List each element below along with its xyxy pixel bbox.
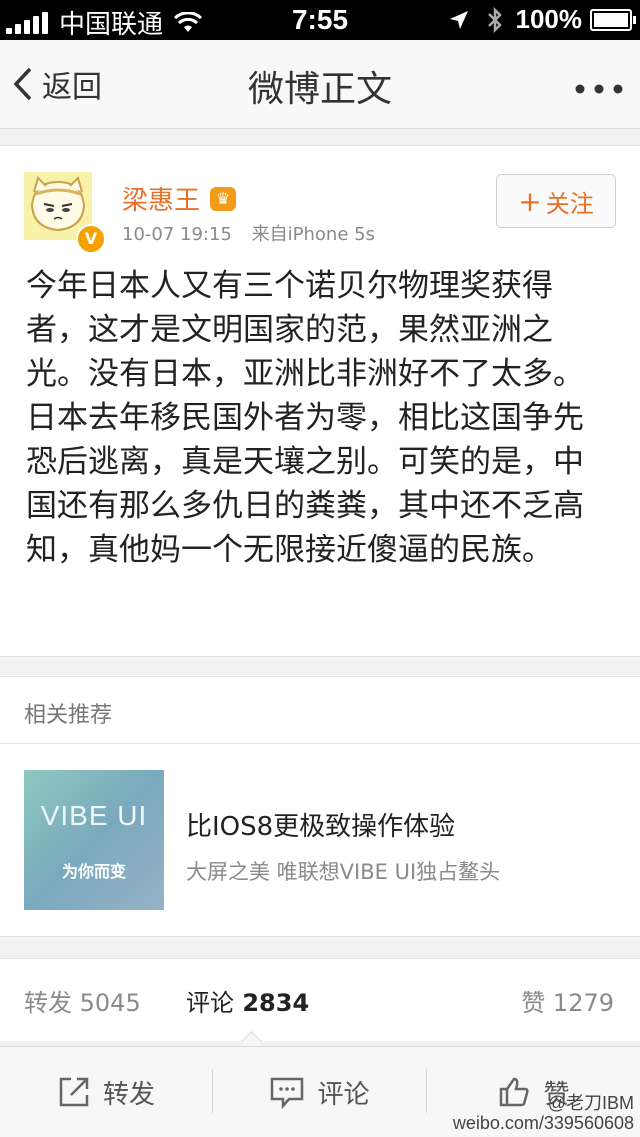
recommend-item[interactable]: VIBE UI 为你而变 比IOS8更极致操作体验 大屏之美 唯联想VIBE U… <box>0 744 640 937</box>
comment-button[interactable]: 评论 <box>213 1047 426 1137</box>
plus-icon: + <box>518 184 542 218</box>
watermark: @老刀IBM weibo.com/339560608 <box>453 1093 634 1133</box>
comment-tab-label: 评论 <box>186 989 234 1017</box>
share-icon <box>59 1077 89 1107</box>
location-icon <box>449 10 468 29</box>
page-title: 微博正文 <box>247 69 392 110</box>
recommend-thumbnail: VIBE UI 为你而变 <box>24 770 164 910</box>
battery-percent: 100% <box>515 4 583 34</box>
follow-label: 关注 <box>545 189 594 218</box>
comment-button-label: 评论 <box>317 1079 370 1110</box>
watermark-url: weibo.com/339560608 <box>452 1113 634 1133</box>
recommend-subtitle: 大屏之美 唯联想VIBE UI独占鳌头 <box>186 860 501 884</box>
repost-tab[interactable]: 转发 5045 <box>24 983 141 1018</box>
stats-bar: 转发 5045 评论 2834 赞 1279 <box>0 958 640 1041</box>
thumbnail-text: VIBE UI <box>40 800 148 831</box>
thumbnail-tag: 为你而变 <box>61 862 126 881</box>
bluetooth-icon <box>487 6 502 33</box>
more-icon <box>575 84 623 94</box>
avatar[interactable]: V <box>24 172 106 254</box>
repost-count: 5045 <box>79 989 141 1017</box>
like-tab-label: 赞 <box>521 989 546 1017</box>
post-meta: 10-07 19:15 来自iPhone 5s <box>122 220 375 246</box>
navigation-bar: 返回 微博正文 <box>0 40 640 129</box>
post-timestamp: 10-07 19:15 <box>122 224 232 245</box>
recommend-title: 比IOS8更极致操作体验 <box>186 812 456 842</box>
crown-icon: ♛ <box>210 186 237 211</box>
like-count: 1279 <box>552 989 614 1017</box>
recommend-section-title: 相关推荐 <box>24 703 113 728</box>
post-username[interactable]: 梁惠王 <box>122 180 200 217</box>
watermark-handle: @老刀IBM <box>547 1093 634 1113</box>
recommend-header: 相关推荐 <box>0 676 640 744</box>
battery-icon <box>590 8 636 31</box>
comment-icon <box>271 1077 304 1109</box>
repost-tab-label: 转发 <box>24 989 72 1017</box>
repost-button-label: 转发 <box>102 1079 155 1110</box>
post-source: 来自iPhone 5s <box>251 224 375 245</box>
comment-tab[interactable]: 评论 2834 <box>186 983 309 1018</box>
comment-count: 2834 <box>242 989 310 1017</box>
bottom-toolbar: 转发 评论 赞 @老刀IBM weibo.com/339560608 <box>0 1046 640 1137</box>
repost-button[interactable]: 转发 <box>0 1047 212 1137</box>
post-text: 今年日本人又有三个诺贝尔物理奖获得者，这才是文明国家的范，果然亚洲之光。没有日本… <box>26 268 584 568</box>
status-bar: 中国联通 7:55 100% <box>0 0 640 40</box>
like-tab[interactable]: 赞 1279 <box>521 983 614 1018</box>
post-card: V 梁惠王 ♛ 10-07 19:15 来自iPhone 5s + 关注 今年日… <box>0 145 640 657</box>
verified-badge-icon: V <box>76 224 106 254</box>
more-button[interactable] <box>574 64 624 104</box>
follow-button[interactable]: + 关注 <box>496 174 616 228</box>
